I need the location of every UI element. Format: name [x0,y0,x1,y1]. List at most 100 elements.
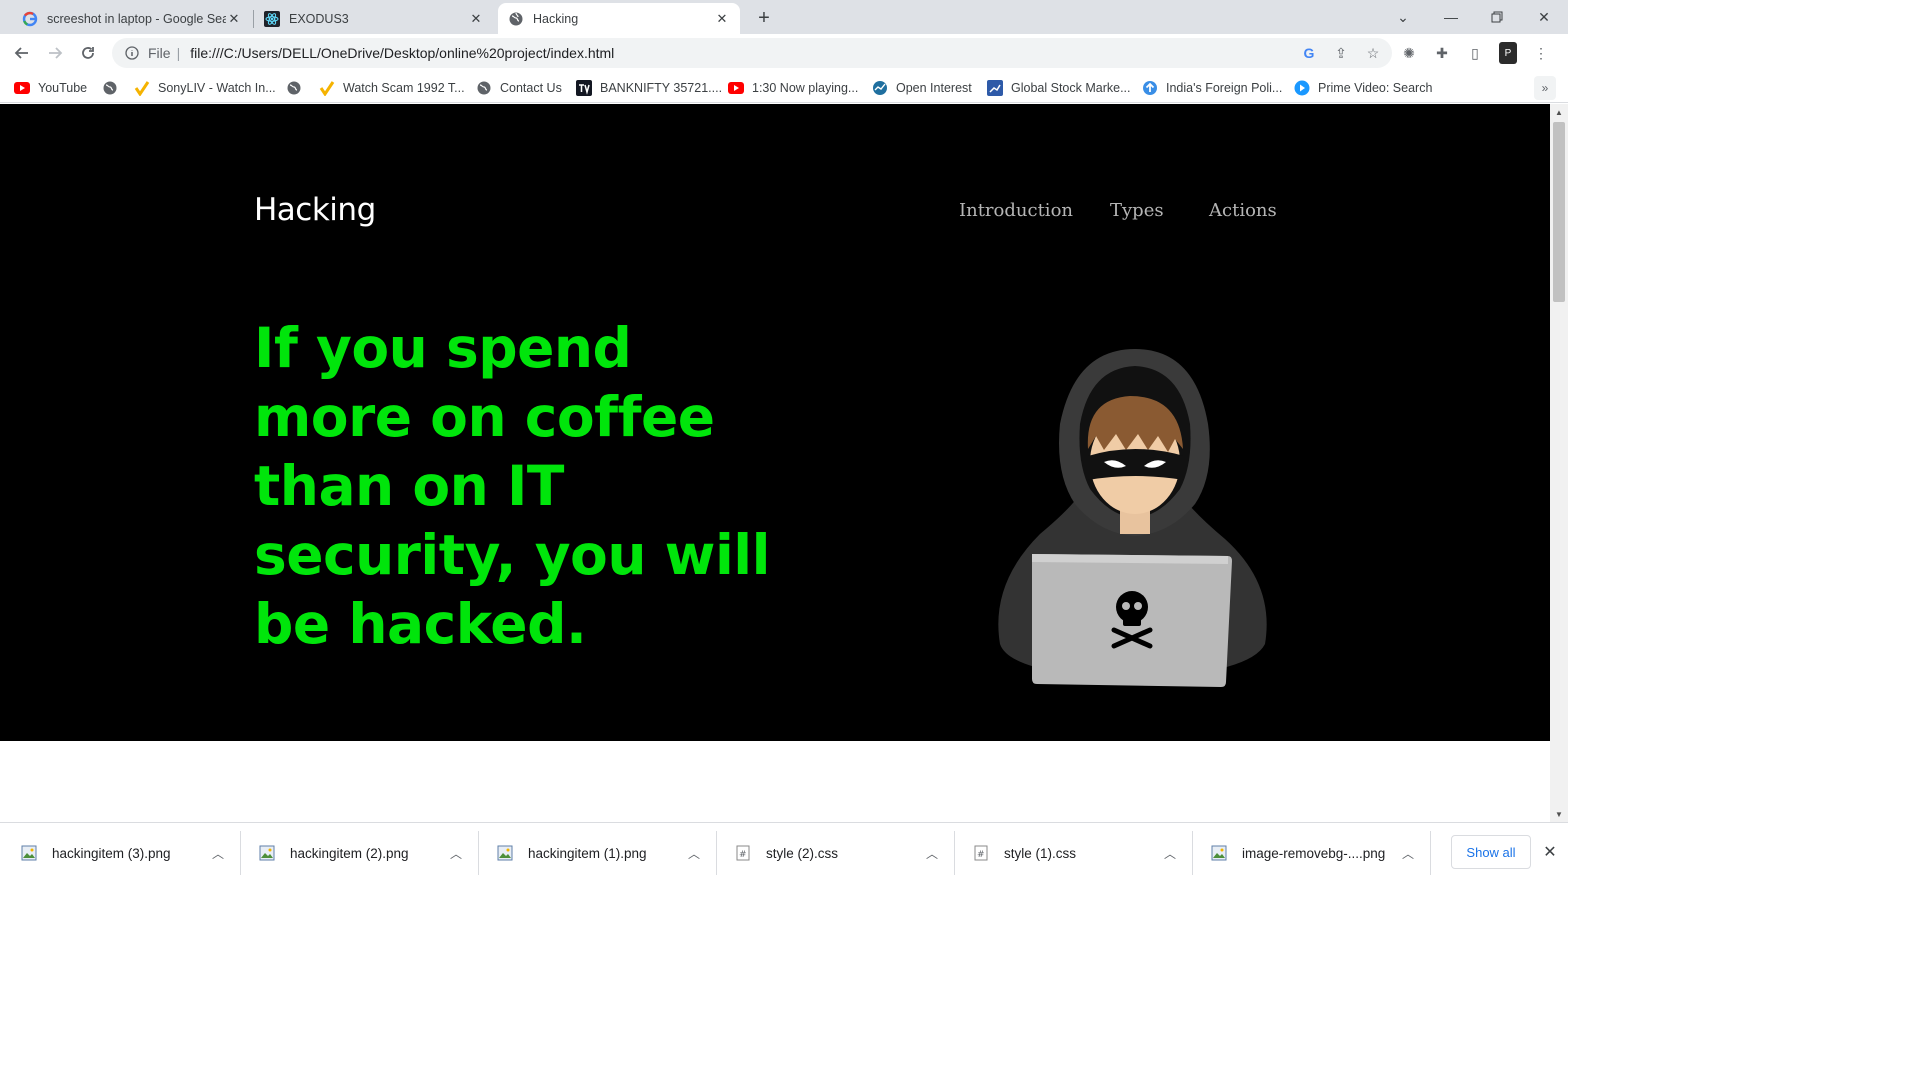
tab-exodus3[interactable]: EXODUS3 ✕ [254,3,494,34]
restore-button[interactable] [1474,0,1520,34]
sonyliv-icon [319,80,335,96]
bookmark-youtube[interactable]: YouTube [14,78,87,98]
tab-google-search[interactable]: screeshot in laptop - Google Search ✕ [12,3,252,34]
bookmark-banknifty[interactable]: BANKNIFTY 35721.... [576,78,722,98]
scroll-down-arrow-icon[interactable]: ▼ [1550,806,1568,822]
bookmark-label: Contact Us [500,81,562,95]
forward-button[interactable] [41,39,69,67]
google-translate-icon[interactable]: G [1300,44,1318,62]
tab-title: EXODUS3 [289,11,349,26]
bookmark-label: Open Interest [896,81,972,95]
browser-window: screeshot in laptop - Google Search ✕ EX… [0,0,1568,884]
chevron-up-icon[interactable]: ︿ [206,845,230,862]
download-item[interactable]: image-removebg-....png ︿ [1190,823,1428,883]
tab-title: screeshot in laptop - Google Search [47,11,226,26]
hero-section: Hacking Introduction Types Actions If yo… [0,104,1550,741]
download-divider [1430,831,1431,875]
site-logo[interactable]: Hacking [254,192,376,228]
chevron-up-icon[interactable]: ︿ [1396,845,1420,862]
star-icon[interactable]: ☆ [1364,44,1382,62]
bookmark-now-playing[interactable]: 1:30 Now playing... [728,78,858,98]
vertical-scrollbar[interactable]: ▲ ▼ [1550,104,1568,822]
tradingview-icon [576,80,592,96]
new-tab-button[interactable]: + [752,6,776,30]
close-icon[interactable]: ✕ [468,11,484,27]
nav-link-introduction[interactable]: Introduction [959,200,1073,221]
bookmark-label: YouTube [38,81,88,95]
puzzle-icon[interactable]: ✚ [1433,42,1451,64]
address-bar[interactable]: File | file:///C:/Users/DELL/OneDrive/De… [112,38,1392,68]
bookmark-label: Watch Scam 1992 T... [343,81,465,95]
tab-title: Hacking [533,11,579,26]
tab-search-icon[interactable]: ⌄ [1380,0,1426,34]
bookmark-label: SonyLIV - Watch In... [158,81,276,95]
prime-video-icon [1294,80,1310,96]
show-all-button[interactable]: Show all [1451,835,1531,869]
tab-strip: screeshot in laptop - Google Search ✕ EX… [0,0,1568,34]
globe-icon [476,80,492,96]
minimize-button[interactable]: — [1428,0,1474,34]
google-icon [22,11,38,27]
info-icon[interactable] [124,45,140,61]
bookmark-open-interest[interactable]: Open Interest [872,78,972,98]
menu-kebab-icon[interactable]: ⋮ [1532,42,1550,64]
url-text[interactable]: file:///C:/Users/DELL/OneDrive/Desktop/o… [190,45,614,61]
bookmark-contact-us[interactable]: Contact Us [476,78,562,98]
chevron-up-icon[interactable]: ︿ [920,845,944,862]
download-filename: hackingitem (2).png [290,845,409,861]
bookmark-globe-2[interactable] [286,78,310,98]
globe-icon [102,80,118,96]
download-filename: style (2).css [766,845,839,861]
download-item[interactable]: hackingitem (3).png ︿ [0,823,238,883]
bookmark-label: Prime Video: Search [1318,81,1433,95]
bookmark-sonyliv[interactable]: SonyLIV - Watch In... [134,78,276,98]
share-icon[interactable]: ⇪ [1332,44,1350,62]
bookmark-label: Global Stock Marke... [1011,81,1131,95]
chevron-up-icon[interactable]: ︿ [682,845,706,862]
nav-link-actions[interactable]: Actions [1209,200,1277,221]
sonyliv-icon [134,80,150,96]
download-filename: style (1).css [1004,845,1077,861]
chevron-up-icon[interactable]: ︿ [1158,845,1182,862]
back-button[interactable] [8,39,36,67]
bookmarks-overflow-button[interactable]: » [1534,76,1556,100]
tab-hacking[interactable]: Hacking ✕ [498,3,740,34]
bookmark-prime-video[interactable]: Prime Video: Search [1294,78,1432,98]
image-file-icon [496,844,514,862]
youtube-icon [728,80,744,96]
image-file-icon [258,844,276,862]
nav-link-types[interactable]: Types [1110,200,1164,221]
close-icon[interactable]: ✕ [714,11,730,27]
scroll-up-arrow-icon[interactable]: ▲ [1550,104,1568,120]
bookmark-global-stock[interactable]: Global Stock Marke... [987,78,1131,98]
download-item[interactable]: # style (1).css ︿ [952,823,1190,883]
bookmark-globe-1[interactable] [102,78,126,98]
side-panel-icon[interactable]: ▯ [1466,42,1484,64]
chevron-up-icon[interactable]: ︿ [444,845,468,862]
bookmarks-bar: YouTube SonyLIV - Watch In... Watch Scam… [0,72,1568,103]
download-item[interactable]: hackingitem (1).png ︿ [476,823,714,883]
download-item[interactable]: # style (2).css ︿ [714,823,952,883]
chart-icon [987,80,1003,96]
react-icon [264,10,280,27]
extensions-area: ✺ ✚ ▯ P ⋮ [1400,42,1550,64]
close-window-button[interactable]: ✕ [1521,0,1567,34]
css-file-icon: # [734,844,752,862]
profile-avatar[interactable]: P [1499,42,1517,64]
bug-icon[interactable]: ✺ [1400,42,1418,64]
css-file-icon: # [972,844,990,862]
close-icon[interactable]: ✕ [1540,841,1560,863]
youtube-icon [14,80,30,96]
reload-button[interactable] [74,39,102,67]
image-file-icon [1210,844,1228,862]
page-viewport: Hacking Introduction Types Actions If yo… [0,104,1550,822]
globe-icon [286,80,302,96]
bookmark-scam-1992[interactable]: Watch Scam 1992 T... [319,78,465,98]
close-icon[interactable]: ✕ [226,11,242,27]
upload-icon [1142,80,1158,96]
scroll-thumb[interactable] [1553,122,1565,302]
downloads-bar: hackingitem (3).png ︿ hackingitem (2).pn… [0,822,1568,884]
bookmark-foreign-policy[interactable]: India's Foreign Poli... [1142,78,1282,98]
download-item[interactable]: hackingitem (2).png ︿ [238,823,476,883]
hacker-illustration [998,349,1267,687]
